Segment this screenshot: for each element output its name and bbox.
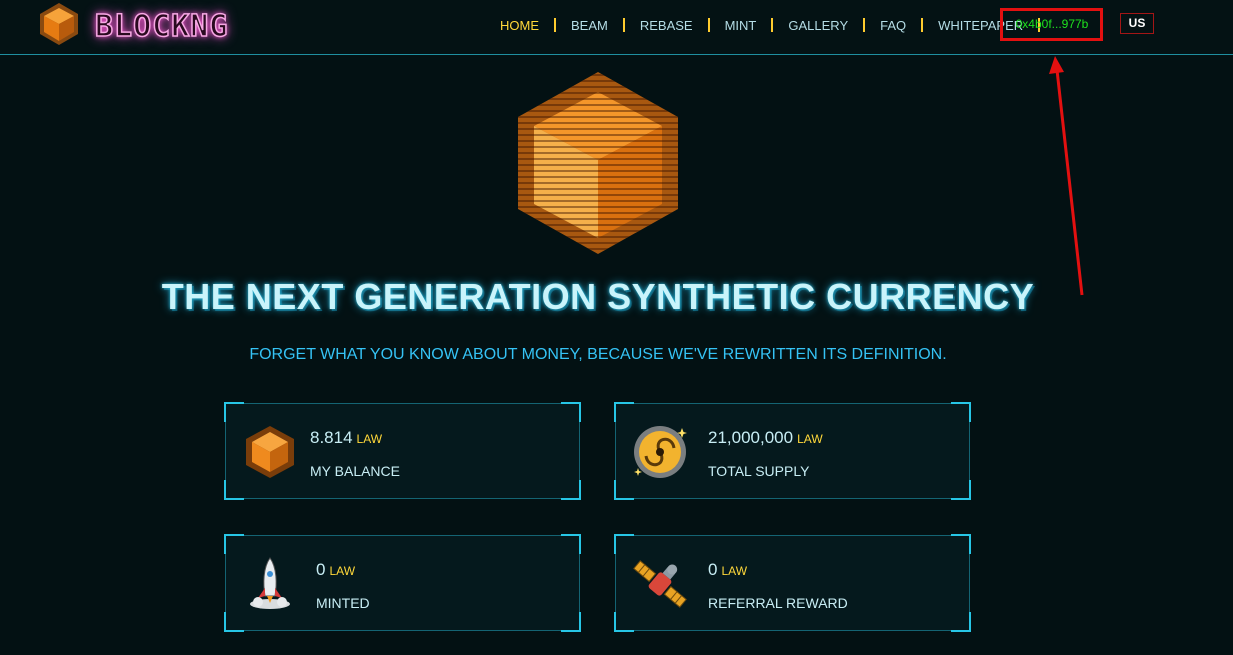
- total-supply-label: TOTAL SUPPLY: [708, 463, 810, 479]
- minted-amount: 0: [316, 560, 326, 579]
- stat-card-referral-reward: 0 LAW REFERRAL REWARD: [614, 534, 971, 632]
- card-corner: [614, 534, 634, 554]
- total-supply-amount: 21,000,000: [708, 428, 794, 447]
- balance-label: MY BALANCE: [310, 463, 400, 479]
- card-corner: [561, 480, 581, 500]
- referral-label: REFERRAL REWARD: [708, 595, 848, 611]
- nav-gallery[interactable]: GALLERY: [788, 18, 848, 33]
- card-corner: [614, 612, 634, 632]
- card-corner: [224, 480, 244, 500]
- stat-card-my-balance: 8.814 LAW MY BALANCE: [224, 402, 581, 500]
- minted-value: 0 LAW: [316, 560, 355, 580]
- card-corner: [951, 534, 971, 554]
- card-corner: [614, 402, 634, 422]
- nav-separator: [622, 18, 625, 32]
- language-selector[interactable]: US: [1120, 13, 1154, 34]
- nav-separator: [863, 18, 866, 32]
- logo-text[interactable]: BLOCKNG: [94, 8, 228, 45]
- nav-rebase[interactable]: REBASE: [640, 18, 693, 33]
- rocket-icon: [250, 557, 290, 609]
- galaxy-icon: [634, 426, 687, 478]
- satellite-icon: [633, 560, 687, 608]
- cube-icon: [246, 426, 294, 478]
- balance-value: 8.814 LAW: [310, 428, 382, 448]
- stat-card-minted: 0 LAW MINTED: [224, 534, 581, 632]
- card-corner: [561, 402, 581, 422]
- annotation-arrow-icon: [1049, 56, 1084, 296]
- minted-unit: LAW: [329, 564, 356, 578]
- card-corner: [951, 402, 971, 422]
- referral-amount: 0: [708, 560, 718, 579]
- nav-separator: [771, 18, 774, 32]
- card-corner: [561, 612, 581, 632]
- hero-subtitle: FORGET WHAT YOU KNOW ABOUT MONEY, BECAUS…: [249, 346, 947, 363]
- total-supply-unit: LAW: [797, 432, 823, 446]
- nav-beam[interactable]: BEAM: [571, 18, 608, 33]
- card-corner: [951, 480, 971, 500]
- card-corner: [561, 534, 581, 554]
- top-navbar: BLOCKNG HOME BEAM REBASE MINT GALLERY FA…: [0, 0, 1233, 55]
- total-supply-value: 21,000,000 LAW: [708, 428, 823, 448]
- card-corner: [224, 402, 244, 422]
- hero-cube-icon: [518, 72, 678, 254]
- nav-home[interactable]: HOME: [500, 18, 539, 33]
- logo-cube-icon[interactable]: [38, 2, 80, 46]
- balance-amount: 8.814: [310, 428, 353, 447]
- card-corner: [224, 534, 244, 554]
- referral-value: 0 LAW: [708, 560, 747, 580]
- card-corner: [951, 612, 971, 632]
- nav-faq[interactable]: FAQ: [880, 18, 906, 33]
- nav-separator: [921, 18, 924, 32]
- card-corner: [224, 612, 244, 632]
- stat-card-total-supply: 21,000,000 LAW TOTAL SUPPLY: [614, 402, 971, 500]
- balance-unit: LAW: [356, 432, 383, 446]
- annotation-highlight-box: [1000, 8, 1103, 41]
- nav-separator: [707, 18, 710, 32]
- nav-mint[interactable]: MINT: [725, 18, 757, 33]
- main-nav: HOME BEAM REBASE MINT GALLERY FAQ WHITEP…: [500, 16, 1055, 34]
- nav-separator: [554, 18, 556, 32]
- hero-title: THE NEXT GENERATION SYNTHETIC CURRENCY: [161, 276, 1035, 317]
- referral-unit: LAW: [721, 564, 748, 578]
- card-corner: [614, 480, 634, 500]
- minted-label: MINTED: [316, 595, 370, 611]
